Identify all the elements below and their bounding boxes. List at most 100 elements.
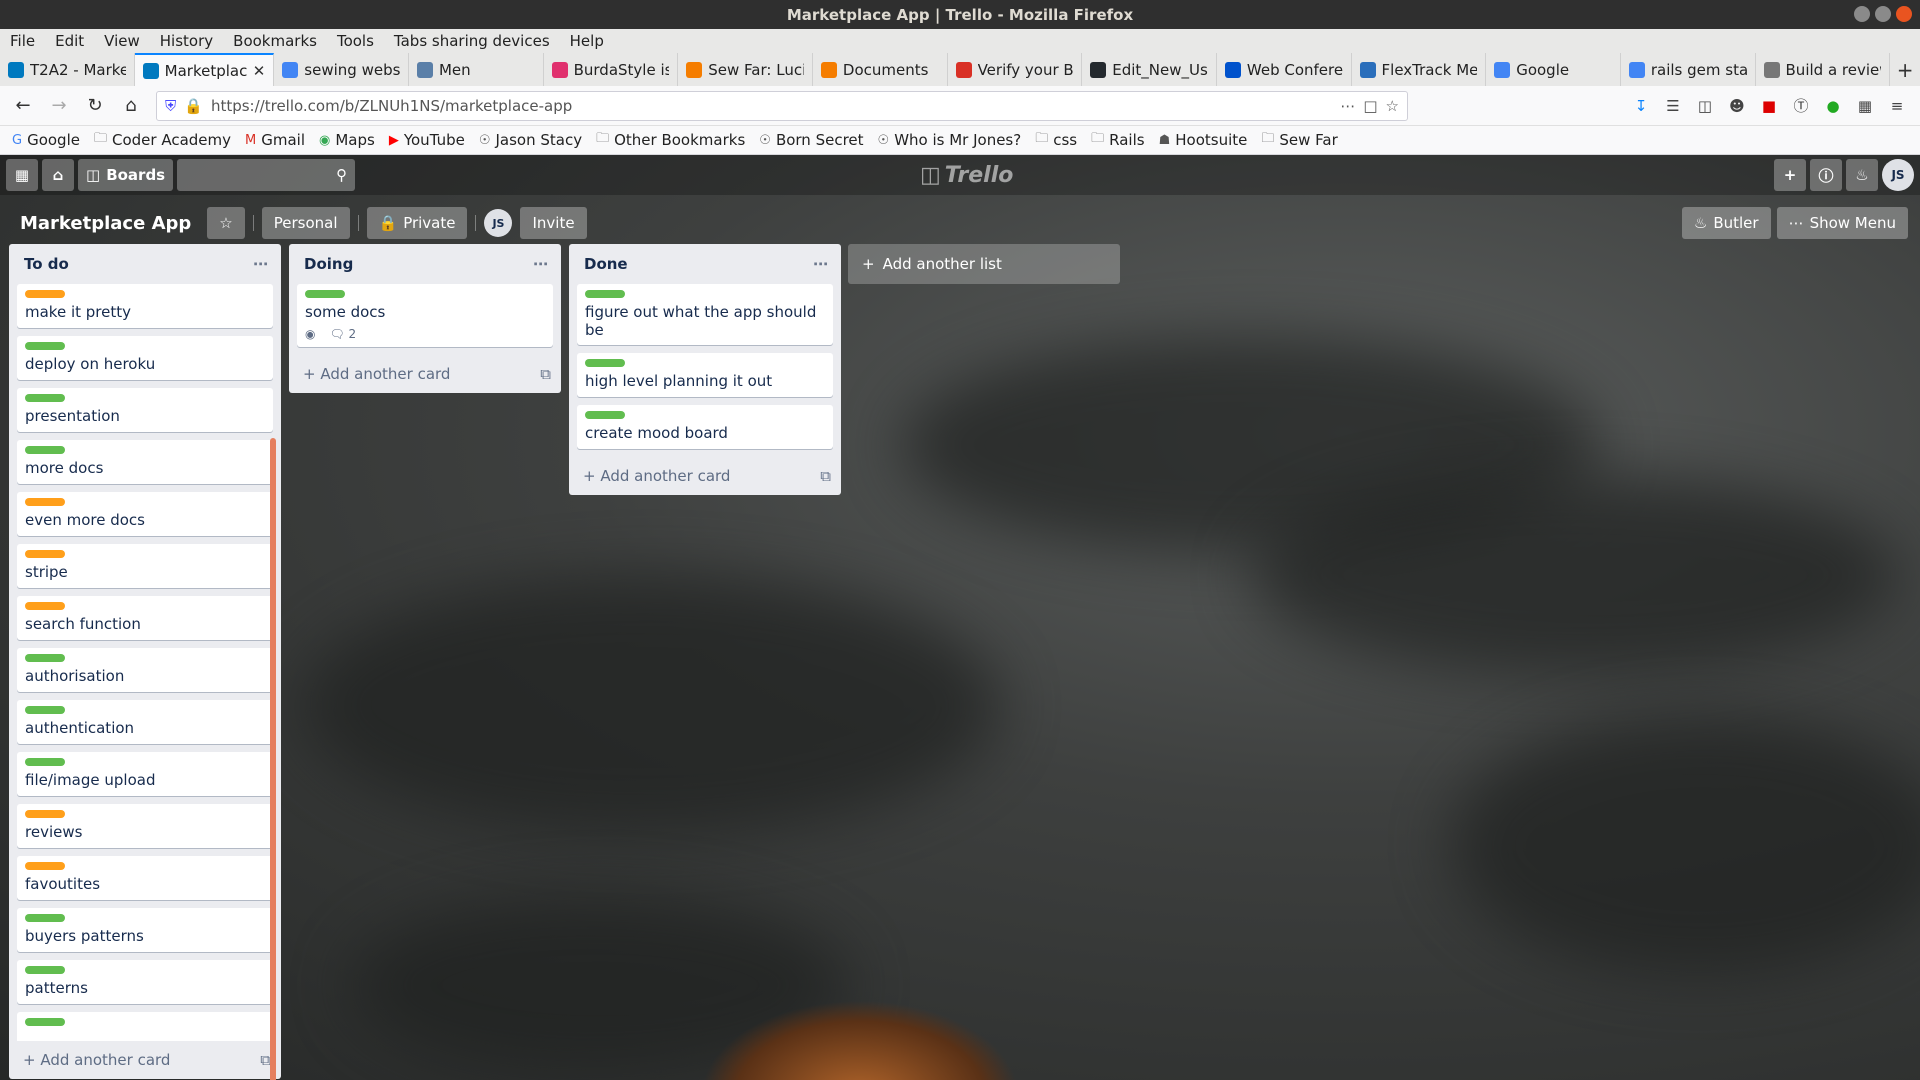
apps-grid-icon[interactable]: ▦ <box>6 159 38 191</box>
tab-11[interactable]: Google <box>1486 53 1621 86</box>
reload-icon[interactable]: ↻ <box>80 91 110 121</box>
wordpress-icon[interactable]: Ⓣ <box>1790 95 1812 117</box>
lock-icon[interactable]: 🔒 <box>184 97 203 115</box>
card-label-green[interactable] <box>305 290 345 298</box>
card-label-green[interactable] <box>25 914 65 922</box>
tab-6[interactable]: Documents <box>813 53 948 86</box>
menu-tabs-sharing[interactable]: Tabs sharing devices <box>394 32 550 50</box>
boards-button[interactable]: ◫ Boards <box>78 159 174 191</box>
card-label-green[interactable] <box>25 1018 65 1026</box>
menu-view[interactable]: View <box>104 32 140 50</box>
card-label-orange[interactable] <box>25 290 65 298</box>
card-label-green[interactable] <box>25 706 65 714</box>
list-menu-icon[interactable]: ⋯ <box>813 255 829 273</box>
list-menu-icon[interactable]: ⋯ <box>533 255 549 273</box>
list-title[interactable]: Doing <box>304 255 353 273</box>
card[interactable]: presentation <box>17 388 273 432</box>
menu-help[interactable]: Help <box>570 32 604 50</box>
card[interactable]: deploy on heroku <box>17 336 273 380</box>
card[interactable]: favoutites <box>17 856 273 900</box>
bookmark-item[interactable]: 🗀 Sew Far <box>1261 129 1337 151</box>
notifications-bell-icon[interactable]: ♨ <box>1846 159 1878 191</box>
maximize-icon[interactable] <box>1875 6 1891 22</box>
list-header[interactable]: Done ⋯ <box>569 244 841 284</box>
card[interactable]: high level planning it out <box>577 353 833 397</box>
card[interactable]: even more docs <box>17 492 273 536</box>
visibility-button[interactable]: 🔒 Private <box>366 207 468 239</box>
new-tab-icon[interactable]: + <box>1890 53 1920 86</box>
extension-red-icon[interactable]: ■ <box>1758 95 1780 117</box>
list-header[interactable]: Doing ⋯ <box>289 244 561 284</box>
account-icon[interactable]: ☻ <box>1726 95 1748 117</box>
card-label-green[interactable] <box>25 394 65 402</box>
card[interactable]: patterns <box>17 960 273 1004</box>
card-label-orange[interactable] <box>25 498 65 506</box>
card[interactable]: figure out what the app should be <box>577 284 833 345</box>
close-tab-icon[interactable]: ✕ <box>253 62 266 80</box>
add-list-button[interactable]: + Add another list <box>848 244 1120 284</box>
card-label-green[interactable] <box>25 758 65 766</box>
card-label-green[interactable] <box>585 359 625 367</box>
card[interactable]: make it pretty <box>17 284 273 328</box>
show-menu-button[interactable]: ⋯ Show Menu <box>1776 207 1908 239</box>
search-input[interactable]: ⚲ <box>177 159 356 191</box>
url-text[interactable]: https://trello.com/b/ZLNUh1NS/marketplac… <box>211 97 1332 115</box>
menu-file[interactable]: File <box>10 32 35 50</box>
extension-color-icon[interactable]: ● <box>1822 95 1844 117</box>
card-label-orange[interactable] <box>25 602 65 610</box>
card-template-icon[interactable]: ⧉ <box>540 365 551 383</box>
card-label-green[interactable] <box>25 654 65 662</box>
bookmark-item[interactable]: 🗀 Coder Academy <box>94 129 231 151</box>
close-window-icon[interactable] <box>1896 6 1912 22</box>
add-card-button[interactable]: + Add another card ⧉ <box>569 457 841 495</box>
card-label-orange[interactable] <box>25 550 65 558</box>
list-title[interactable]: To do <box>24 255 69 273</box>
card-label-green[interactable] <box>585 290 625 298</box>
menu-bookmarks[interactable]: Bookmarks <box>233 32 317 50</box>
library-icon[interactable]: ☰ <box>1662 95 1684 117</box>
bookmark-item[interactable]: ☉ Who is Mr Jones? <box>878 131 1022 149</box>
bookmark-item[interactable]: 🗀 Rails <box>1091 129 1144 151</box>
card[interactable]: create mood board <box>577 405 833 449</box>
invite-button[interactable]: Invite <box>520 207 587 239</box>
back-arrow-icon[interactable]: ← <box>8 91 38 121</box>
bookmark-item[interactable]: G Google <box>12 131 80 149</box>
card[interactable]: stripe <box>17 544 273 588</box>
tab-1[interactable]: Marketplac ✕ <box>134 53 275 86</box>
add-card-button[interactable]: + Add another card ⧉ <box>289 355 561 393</box>
card-label-green[interactable] <box>25 446 65 454</box>
tab-2[interactable]: sewing websi <box>274 53 409 86</box>
card[interactable]: more docs <box>17 440 273 484</box>
bookmark-item[interactable]: ☉ Jason Stacy <box>479 131 582 149</box>
tab-8[interactable]: Edit_New_Use <box>1082 53 1217 86</box>
card[interactable]: authentication <box>17 700 273 744</box>
card[interactable]: authorisation <box>17 648 273 692</box>
bookmark-item[interactable]: ☗ Hootsuite <box>1159 131 1248 149</box>
bookmark-item[interactable]: ☉ Born Secret <box>759 131 863 149</box>
sidebar-icon[interactable]: ◫ <box>1694 95 1716 117</box>
card-label-orange[interactable] <box>25 862 65 870</box>
card-label-green[interactable] <box>25 342 65 350</box>
bookmark-item[interactable]: ◉ Maps <box>319 131 375 149</box>
tab-12[interactable]: rails gem star <box>1621 53 1756 86</box>
tab-9[interactable]: Web Conferen <box>1217 53 1352 86</box>
pocket-icon[interactable]: □ <box>1363 97 1377 115</box>
forward-arrow-icon[interactable]: → <box>44 91 74 121</box>
list-scrollbar[interactable] <box>270 438 276 1080</box>
tab-7[interactable]: Verify your Ba <box>948 53 1083 86</box>
card[interactable]: reviews <box>17 804 273 848</box>
list-menu-icon[interactable]: ⋯ <box>253 255 269 273</box>
list-title[interactable]: Done <box>584 255 628 273</box>
home-icon[interactable]: ⌂ <box>116 91 146 121</box>
extensions-icon[interactable]: ▦ <box>1854 95 1876 117</box>
list-header[interactable]: To do ⋯ <box>9 244 281 284</box>
butler-button[interactable]: ♨ Butler <box>1681 207 1771 239</box>
card[interactable]: buyers patterns <box>17 908 273 952</box>
trello-logo[interactable]: ◫ Trello <box>920 163 1013 188</box>
member-avatar[interactable]: JS <box>484 209 513 237</box>
tab-4[interactable]: BurdaStyle is <box>544 53 679 86</box>
page-actions-icon[interactable]: ⋯ <box>1340 97 1355 115</box>
hamburger-menu-icon[interactable]: ≡ <box>1886 95 1908 117</box>
bookmark-star-icon[interactable]: ☆ <box>1386 97 1399 115</box>
menu-tools[interactable]: Tools <box>337 32 374 50</box>
